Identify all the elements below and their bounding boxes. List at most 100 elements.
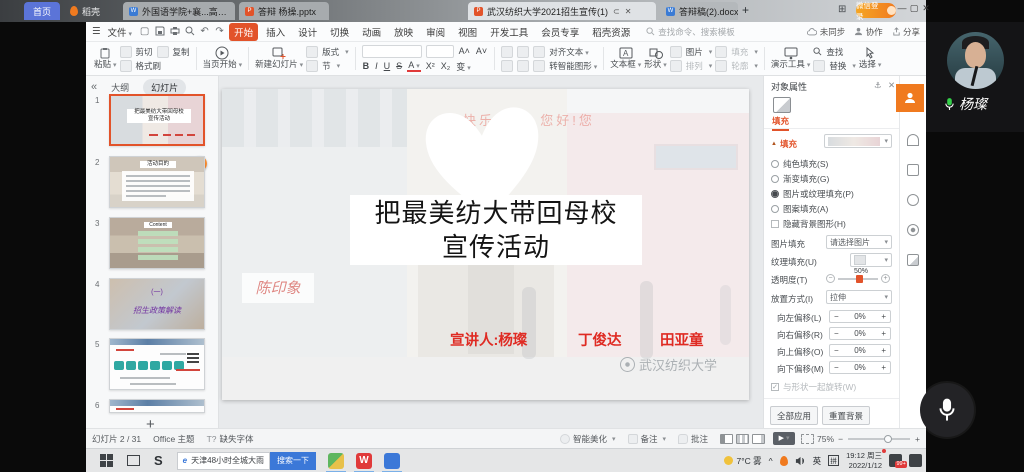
zoom-slider-knob[interactable] <box>884 435 892 443</box>
taskbar-search-widget[interactable]: e 天津48小时全城大雨 搜索一下 <box>177 452 316 470</box>
slide-thumbnail-1[interactable]: 1 把最美纺大带回母校 宣传活动 ▶ + <box>95 94 213 146</box>
tab-pin-icon[interactable]: ⊂ <box>613 7 620 16</box>
plus-button[interactable]: + <box>881 363 886 372</box>
line-spacing-icon[interactable] <box>533 60 545 72</box>
normal-view-button[interactable] <box>720 434 733 444</box>
strikethrough-button[interactable]: S <box>395 61 403 71</box>
ribbon-tab-view[interactable]: 视图 <box>453 23 482 41</box>
zoom-percent[interactable]: 75% <box>817 434 834 444</box>
ribbon-tab-review[interactable]: 审阅 <box>421 23 450 41</box>
wps-app-icon[interactable]: W <box>356 453 372 469</box>
antivirus-flame-icon[interactable] <box>780 456 788 466</box>
smart-art-button[interactable]: 转智能图形 <box>549 60 597 72</box>
plus-button[interactable]: + <box>881 346 886 355</box>
play-from-current-button[interactable]: 当页开始 <box>203 46 243 70</box>
paste-button[interactable]: 粘贴 <box>94 47 117 70</box>
checkbox-rotate-with-shape[interactable]: ✓与形状一起旋转(W) <box>771 381 856 393</box>
checkbox-hide-background[interactable]: 隐藏背景图形(H) <box>771 218 846 230</box>
picture-fill-dropdown[interactable]: 请选择图片 <box>826 235 892 249</box>
meeting-mic-button[interactable] <box>920 383 974 437</box>
taskbar-search-button[interactable]: 搜索一下 <box>270 452 316 470</box>
layout-icon[interactable] <box>306 46 318 58</box>
meeting-member-panel-button[interactable] <box>896 84 924 112</box>
comments-button[interactable]: 批注 <box>678 433 708 445</box>
meeting-app-icon[interactable] <box>328 453 344 469</box>
zoom-out-button[interactable]: − <box>838 434 843 444</box>
task-view-button[interactable] <box>127 455 140 466</box>
align-left-icon[interactable] <box>501 60 513 72</box>
align-center-icon[interactable] <box>517 60 529 72</box>
tray-expand-button[interactable]: ^ <box>769 456 773 466</box>
slide-canvas[interactable]: 日快乐!老师,您好!您 陈印象 把最美纺大带回母校 宣传活动 宣讲人:杨璨 丁俊… <box>222 89 749 400</box>
reset-background-button[interactable]: 重置背景 <box>822 406 870 425</box>
tab-docer[interactable]: 稻壳 <box>64 2 114 20</box>
cut-label[interactable]: 剪切 <box>136 46 153 58</box>
find-label[interactable]: 查找 <box>826 46 843 58</box>
ribbon-tab-design[interactable]: 设计 <box>293 23 322 41</box>
italic-button[interactable]: I <box>374 61 379 71</box>
slide-thumbnail-3[interactable]: 3 Content <box>95 217 213 269</box>
ribbon-tab-transition[interactable]: 切换 <box>325 23 354 41</box>
section-icon[interactable] <box>306 60 318 72</box>
transparency-plus-button[interactable]: + <box>881 274 890 283</box>
zoom-slider[interactable] <box>848 438 910 440</box>
transparency-track[interactable]: 50% <box>838 278 878 280</box>
transparency-minus-button[interactable]: − <box>826 274 835 283</box>
doc-tab-4[interactable]: W答辩稿(2).docx <box>660 2 738 20</box>
command-search[interactable]: 查找命令、搜索模板 <box>646 26 735 38</box>
save-icon[interactable] <box>154 26 165 37</box>
slide-thumbnail-5[interactable]: 5 <box>95 338 213 390</box>
ime-lang-indicator[interactable]: 英 <box>813 455 822 467</box>
format-painter-label[interactable]: 格式刷 <box>136 60 162 72</box>
slide-thumbnail-4[interactable]: 4 (一) 招生政策解读 <box>95 278 213 330</box>
close-panel-icon[interactable]: ✕ <box>888 80 895 91</box>
bullet-list-icon[interactable] <box>501 46 513 58</box>
ribbon-tab-member[interactable]: 会员专享 <box>536 23 584 41</box>
notes-button[interactable]: 备注 <box>628 433 667 445</box>
decrease-font-icon[interactable]: A˅ <box>475 46 488 56</box>
replace-icon[interactable] <box>813 60 825 72</box>
arrange-label[interactable]: 排列 <box>686 60 703 72</box>
print-icon[interactable] <box>169 26 180 37</box>
texture-fill-dropdown[interactable] <box>850 253 892 267</box>
new-file-icon[interactable]: ▢ <box>139 26 150 37</box>
taskbar-clock[interactable]: 19:12 周三 2022/1/12 <box>846 451 882 470</box>
volume-icon[interactable] <box>795 456 806 466</box>
underline-button[interactable]: U <box>383 61 392 71</box>
maximize-button[interactable]: ▢ <box>908 3 920 14</box>
smart-beautify-button[interactable]: 智能美化 <box>560 433 616 445</box>
slide-title[interactable]: 把最美纺大带回母校 宣传活动 <box>350 195 642 265</box>
zoom-in-button[interactable]: + <box>915 434 920 444</box>
new-tab-button[interactable]: + <box>742 3 749 17</box>
fill-label[interactable]: 填充 <box>731 46 748 58</box>
doc-tab-active[interactable]: P 武汉纺织大学2021招生宣传(1) ⊂ ✕ <box>468 2 656 20</box>
ribbon-tab-animation[interactable]: 动画 <box>357 23 386 41</box>
shape-button[interactable]: 形状 <box>644 46 667 70</box>
copy-icon[interactable] <box>157 46 169 58</box>
doc-tab-2[interactable]: P答辩 杨操.pptx <box>239 2 329 20</box>
slide-thumbnail-2[interactable]: 2 活动目的 <box>95 156 213 208</box>
subscript-button[interactable]: X₂ <box>440 61 452 71</box>
placement-dropdown[interactable]: 拉伸 <box>826 290 892 304</box>
radio-solid-fill[interactable]: 纯色填充(S) <box>771 158 828 170</box>
offset-down-stepper[interactable]: −0%+ <box>829 361 891 374</box>
tab-outline[interactable]: 大纲 <box>103 79 137 96</box>
copy-label[interactable]: 复制 <box>173 46 190 58</box>
hamburger-icon[interactable]: ☰ <box>92 26 101 37</box>
minus-button[interactable]: − <box>834 363 839 372</box>
share-button[interactable]: 分享 <box>892 26 920 38</box>
s-app-icon[interactable]: S <box>154 453 163 468</box>
transparency-slider[interactable]: − 50% + <box>826 274 890 283</box>
theme-name[interactable]: Office 主题 <box>153 433 194 445</box>
ribbon-tab-slideshow[interactable]: 放映 <box>389 23 418 41</box>
window-layout-icon[interactable]: ⊞ <box>838 4 846 15</box>
minus-button[interactable]: − <box>834 329 839 338</box>
section-label[interactable]: 节 <box>322 60 331 72</box>
taskbar-search-input[interactable]: e 天津48小时全城大雨 <box>177 452 270 470</box>
cut-icon[interactable] <box>120 46 132 58</box>
help-pane-icon[interactable] <box>907 194 919 206</box>
ribbon-tab-devtools[interactable]: 开发工具 <box>485 23 533 41</box>
minus-button[interactable]: − <box>834 312 839 321</box>
font-color-button[interactable]: A <box>407 60 421 72</box>
select-button[interactable]: 选择 <box>859 46 882 70</box>
